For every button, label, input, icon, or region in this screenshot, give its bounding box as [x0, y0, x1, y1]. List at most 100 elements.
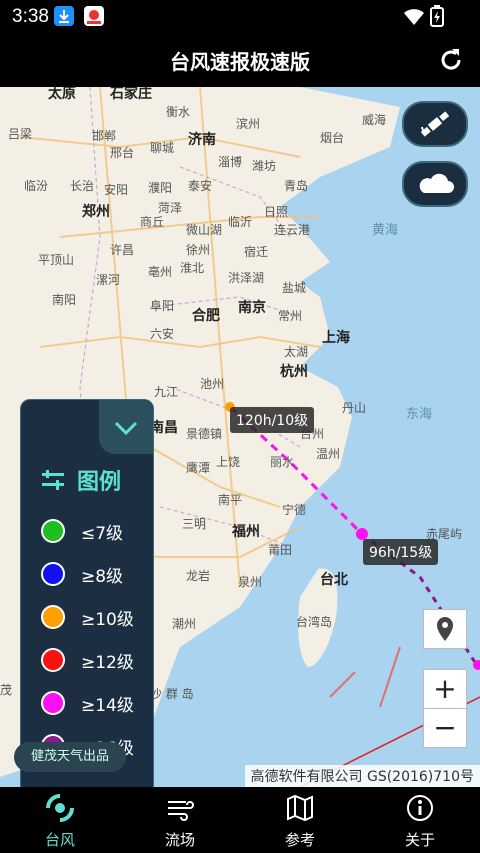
city-label: 临汾 — [24, 179, 49, 193]
sea-label: 东海 — [406, 407, 433, 422]
wind-icon — [168, 801, 194, 821]
satellite-button[interactable] — [402, 101, 468, 147]
legend-collapse-button[interactable] — [99, 400, 153, 454]
legend-item: ≥10级 — [41, 604, 151, 632]
legend-label: ≥8级 — [81, 567, 124, 587]
map-copyright: 高德软件有限公司 GS(2016)710号 — [244, 765, 480, 787]
locate-button[interactable] — [423, 609, 467, 649]
city-label: 青岛 — [284, 179, 309, 193]
legend-swatch — [41, 691, 65, 715]
download-icon — [54, 6, 74, 26]
city-label: 亳州 — [148, 265, 173, 279]
city-label: 龙岩 — [186, 569, 211, 583]
city-label: 南阳 — [52, 293, 77, 307]
nav-reference[interactable]: 参考 — [240, 787, 360, 853]
city-label: 泉州 — [238, 575, 263, 589]
app-notification-icon — [84, 6, 104, 26]
city-label: 杭州 — [280, 364, 308, 380]
legend-swatch — [41, 605, 65, 629]
city-label: 丽水 — [270, 455, 295, 469]
legend-label: ≤7级 — [81, 524, 124, 544]
legend-label: ≥12级 — [81, 653, 134, 673]
city-label: 滨州 — [236, 117, 261, 131]
city-label: 台北 — [320, 572, 348, 588]
status-bar: 3:38 — [0, 0, 480, 34]
city-label: 石家庄 — [110, 87, 152, 102]
city-label: 安阳 — [104, 183, 129, 197]
map-view[interactable]: 太原 石家庄 吕梁 衡水 滨州 威海 邯郸 济南 烟台 邢台 聊城 淄博 潍坊 … — [0, 87, 480, 787]
city-label: 漯河 — [96, 273, 121, 287]
city-label: 威海 — [362, 113, 387, 127]
map-icon — [287, 794, 313, 822]
battery-icon — [430, 5, 444, 31]
legend-swatch — [41, 562, 65, 586]
city-label: 茂 — [0, 683, 13, 697]
nav-label: 关于 — [404, 831, 435, 849]
city-label: 洪泽湖 — [228, 271, 265, 285]
nav-about[interactable]: 关于 — [360, 787, 480, 853]
nav-typhoon[interactable]: 台风 — [0, 787, 120, 853]
city-label: 池州 — [200, 377, 225, 391]
zoom-out-button[interactable]: − — [423, 708, 467, 748]
info-icon — [407, 795, 433, 821]
wifi-icon — [404, 8, 424, 30]
zoom-in-button[interactable]: + — [423, 669, 467, 709]
city-label: 临沂 — [228, 215, 253, 229]
legend-panel: 图例 ≤7级≥8级≥10级≥12级≥14级≥16级 — [20, 399, 154, 787]
chevron-down-icon — [114, 421, 138, 436]
location-pin-icon — [437, 617, 453, 641]
city-label: 济南 — [188, 132, 216, 148]
city-label: 邯郸 — [92, 129, 117, 143]
legend-item: ≤7级 — [41, 518, 151, 546]
city-label: 阜阳 — [150, 299, 175, 313]
city-label: 郑州 — [82, 204, 110, 220]
track-label-96h[interactable]: 96h/15级 — [363, 539, 439, 565]
city-label: 莆田 — [268, 543, 293, 557]
nav-wind-field[interactable]: 流场 — [120, 787, 240, 853]
page-title: 台风速报极速版 — [170, 50, 310, 74]
city-label: 盐城 — [282, 281, 307, 295]
city-label: 上海 — [322, 330, 350, 346]
status-time: 3:38 — [12, 6, 49, 27]
city-label: 邢台 — [110, 146, 135, 160]
city-label: 长治 — [70, 179, 95, 193]
legend-item: ≥12级 — [41, 647, 151, 675]
city-label: 鹰潭 — [186, 461, 211, 475]
city-label: 淄博 — [218, 155, 243, 169]
city-label: 潍坊 — [252, 159, 277, 173]
city-label: 南昌 — [150, 420, 178, 436]
city-label: 太原 — [48, 87, 76, 102]
city-label: 日照 — [264, 205, 289, 219]
nav-label: 台风 — [44, 831, 75, 849]
city-label: 潮州 — [172, 617, 197, 631]
credit-badge[interactable]: 健茂天气出品 — [14, 742, 126, 772]
city-label: 泰安 — [188, 179, 213, 193]
city-label: 温州 — [316, 447, 341, 461]
city-label: 合肥 — [192, 308, 220, 324]
city-label: 宁德 — [282, 503, 307, 517]
city-label: 衡水 — [166, 105, 191, 119]
city-label: 平顶山 — [38, 253, 75, 267]
city-label: 濮阳 — [148, 181, 173, 195]
city-label: 上饶 — [216, 455, 241, 469]
cloud-button[interactable] — [402, 161, 468, 207]
city-label: 南京 — [238, 300, 266, 316]
city-label: 烟台 — [320, 131, 345, 145]
cloud-icon — [419, 173, 454, 193]
city-label: 徐州 — [186, 243, 211, 257]
city-label: 台湾岛 — [296, 615, 333, 629]
legend-label: ≥14级 — [81, 696, 134, 716]
city-label: 连云港 — [274, 223, 311, 237]
nav-label: 参考 — [284, 831, 315, 849]
refresh-icon[interactable] — [437, 46, 465, 78]
city-label: 福州 — [232, 524, 260, 540]
legend-label: ≥10级 — [81, 610, 134, 630]
typhoon-icon — [46, 794, 74, 822]
city-label: 微山湖 — [186, 223, 223, 237]
city-label: 吕梁 — [8, 127, 33, 141]
city-label: 许昌 — [110, 243, 135, 257]
legend-swatch — [41, 648, 65, 672]
city-label: 丹山 — [342, 401, 367, 415]
track-label-120h[interactable]: 120h/10级 — [230, 407, 315, 433]
legend-item: ≥8级 — [41, 561, 151, 589]
